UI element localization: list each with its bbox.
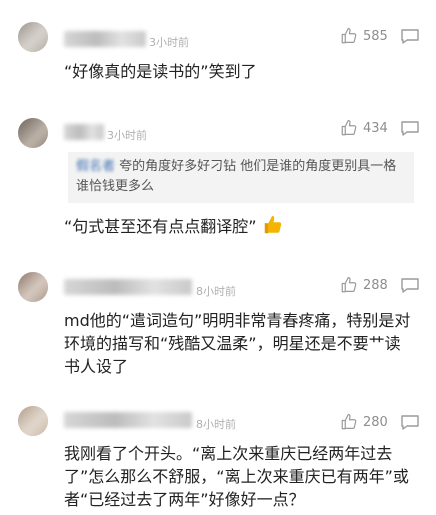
like-button[interactable]: 434 <box>340 119 388 137</box>
comment-time: 8小时前 <box>196 418 236 431</box>
avatar[interactable] <box>18 406 48 436</box>
comment-time: 3小时前 <box>107 129 147 142</box>
thumbs-up-emoji <box>264 215 281 234</box>
comment-time: 3小时前 <box>149 36 189 49</box>
thumbs-up-outline-icon <box>341 413 357 430</box>
avatar[interactable] <box>18 118 48 148</box>
thumbs-up-outline-icon <box>341 27 357 44</box>
username-redacted <box>64 124 104 140</box>
comment-text: 我刚看了个开头。“离上次来重庆已经两年过去了”怎么那么不舒服，“离上次来重庆已有… <box>64 444 409 509</box>
comment-text: “句式甚至还有点点翻译腔” <box>64 214 414 238</box>
thumbs-up-outline-icon <box>341 119 357 136</box>
like-count: 280 <box>363 414 388 430</box>
comment-text: “好像真的是读书的”笑到了 <box>64 62 257 81</box>
comment-bubble-icon[interactable] <box>400 28 420 44</box>
like-count: 434 <box>363 120 388 136</box>
like-count: 288 <box>363 277 388 293</box>
comment-bubble-icon[interactable] <box>400 120 420 136</box>
avatar[interactable] <box>18 22 48 52</box>
comment-bubble-icon[interactable] <box>400 277 420 293</box>
comment-text-content: “句式甚至还有点点翻译腔” <box>64 217 257 236</box>
comment-text: md他的“遣词造句”明明非常青春疼痛，特别是对环境的描写和“残酷又温柔”，明星还… <box>64 311 411 376</box>
quoted-reply[interactable]: 假名者 夸的角度好多好刁钻 他们是谁的角度更别具一格谁恰钱更多么 <box>68 152 414 203</box>
username-redacted <box>64 31 146 47</box>
quoted-username[interactable]: 假名者 <box>76 159 115 174</box>
username-redacted <box>64 412 192 428</box>
comment-bubble-icon[interactable] <box>400 414 420 430</box>
avatar[interactable] <box>18 272 48 302</box>
thumbs-up-outline-icon <box>341 276 357 293</box>
comment-time: 8小时前 <box>196 285 236 298</box>
like-button[interactable]: 585 <box>340 27 388 45</box>
quoted-text: 夸的角度好多好刁钻 他们是谁的角度更别具一格谁恰钱更多么 <box>76 159 397 194</box>
username-redacted <box>64 279 192 295</box>
like-button[interactable]: 280 <box>340 413 388 431</box>
like-button[interactable]: 288 <box>340 276 388 294</box>
like-count: 585 <box>363 28 388 44</box>
